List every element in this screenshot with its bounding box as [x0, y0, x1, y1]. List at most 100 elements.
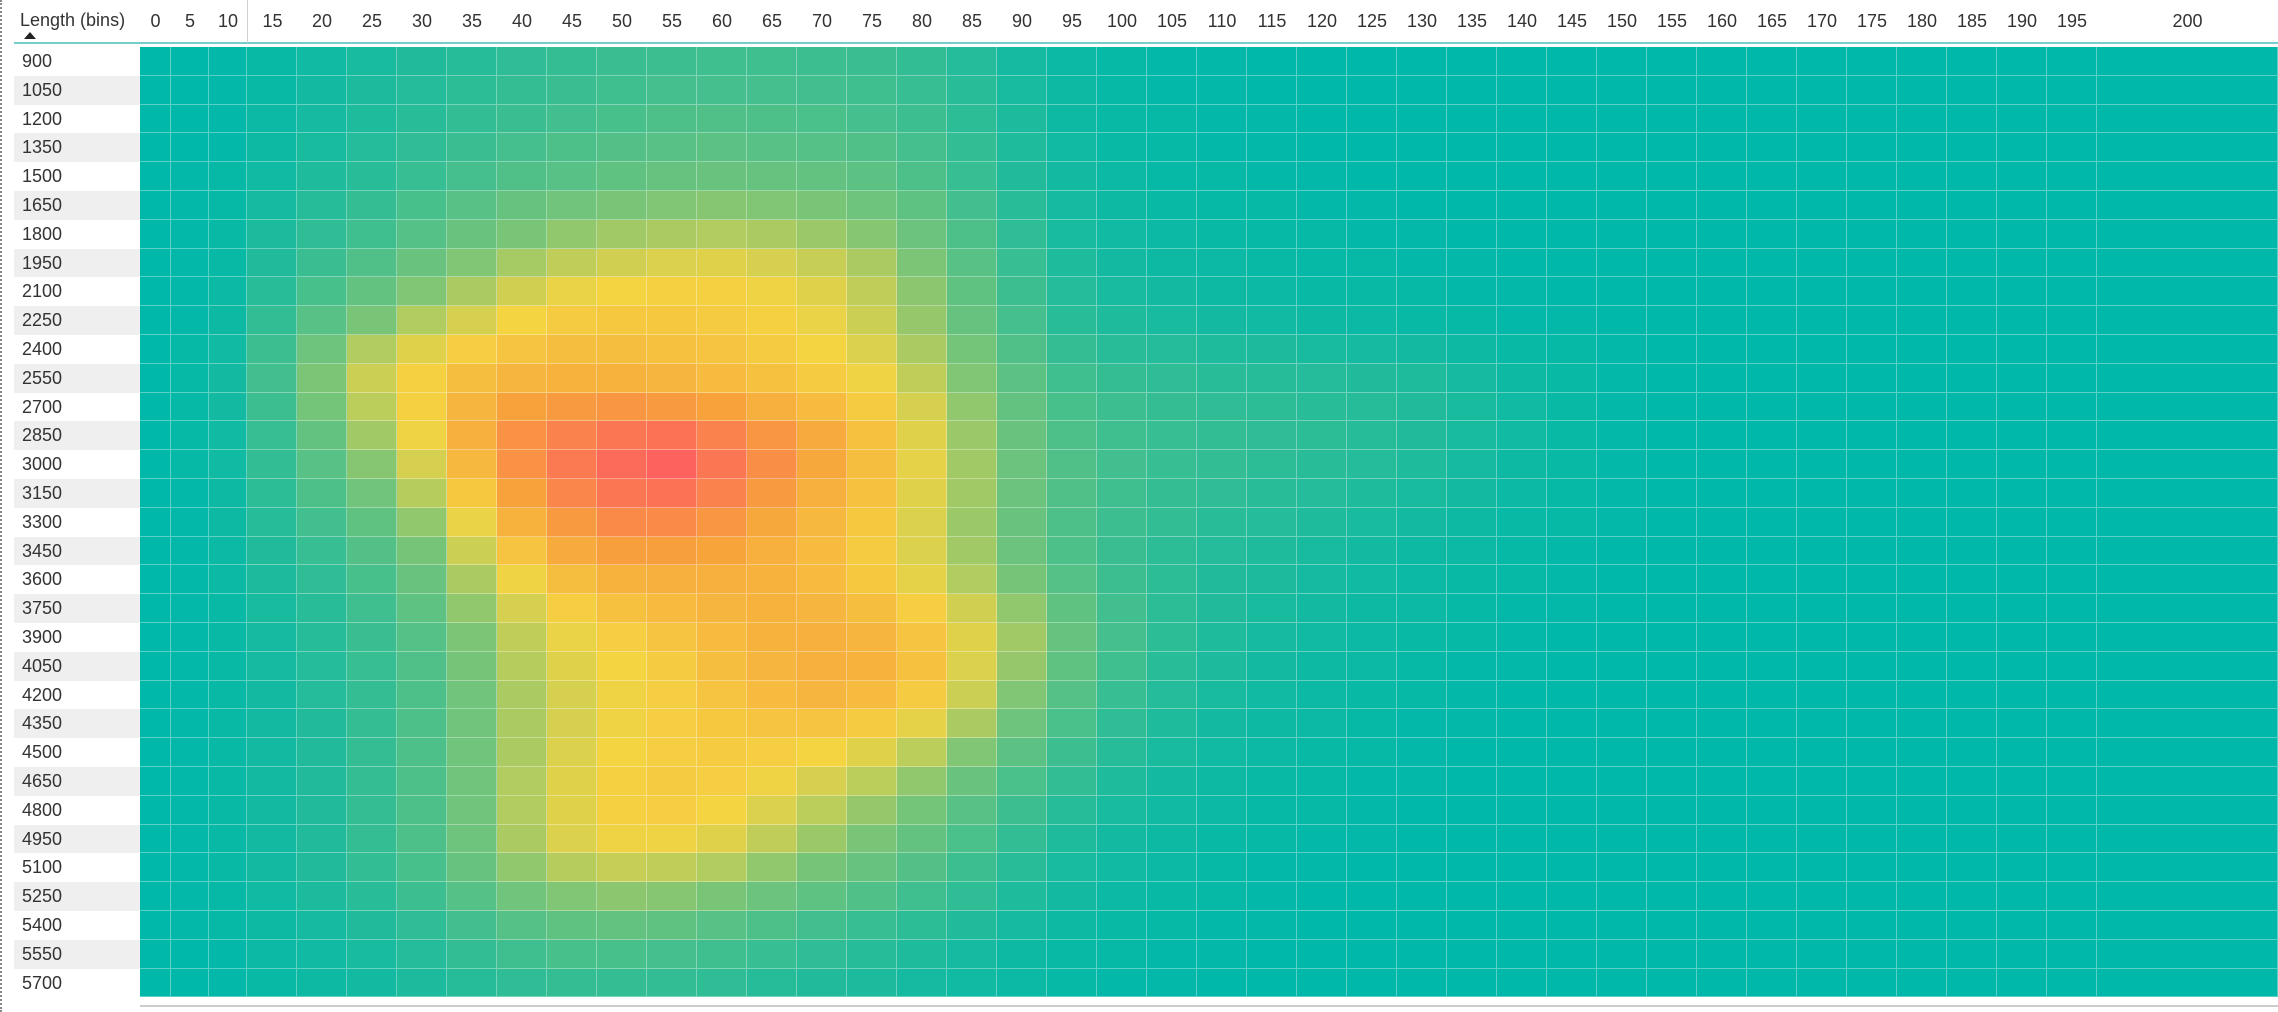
heatmap-cell[interactable] — [997, 277, 1047, 307]
heatmap-cell[interactable] — [1947, 277, 1997, 307]
heatmap-cell[interactable] — [2097, 939, 2278, 969]
heatmap-cell[interactable] — [697, 882, 747, 911]
heatmap-cell[interactable] — [1747, 939, 1797, 969]
heatmap-cell[interactable] — [1247, 363, 1297, 393]
heatmap-cell[interactable] — [1447, 421, 1497, 451]
heatmap-cell[interactable] — [1597, 507, 1647, 537]
heatmap-cell[interactable] — [1947, 335, 1997, 364]
heatmap-cell[interactable] — [847, 709, 897, 739]
heatmap-cell[interactable] — [297, 623, 347, 652]
heatmap-cell[interactable] — [1897, 162, 1947, 191]
column-header[interactable]: 90 — [997, 0, 1047, 44]
heatmap-cell[interactable] — [897, 651, 947, 681]
heatmap-cell[interactable] — [247, 767, 297, 796]
heatmap-cell[interactable] — [209, 392, 247, 422]
heatmap-cell[interactable] — [497, 47, 547, 76]
heatmap-cell[interactable] — [1047, 335, 1097, 364]
row-header[interactable]: 3000 — [14, 450, 140, 479]
heatmap-cell[interactable] — [997, 479, 1047, 508]
heatmap-cell[interactable] — [1747, 450, 1797, 479]
heatmap-cell[interactable] — [1997, 162, 2047, 191]
heatmap-cell[interactable] — [1697, 939, 1747, 969]
heatmap-cell[interactable] — [1947, 565, 1997, 595]
heatmap-cell[interactable] — [447, 363, 497, 393]
heatmap-cell[interactable] — [1797, 795, 1847, 825]
heatmap-cell[interactable] — [1897, 248, 1947, 278]
heatmap-cell[interactable] — [1247, 680, 1297, 710]
heatmap-cell[interactable] — [597, 363, 647, 393]
heatmap-cell[interactable] — [140, 47, 171, 76]
column-header[interactable]: 185 — [1947, 0, 1997, 44]
heatmap-cell[interactable] — [797, 219, 847, 249]
heatmap-cell[interactable] — [947, 680, 997, 710]
heatmap-cell[interactable] — [1847, 191, 1897, 220]
heatmap-cell[interactable] — [1147, 767, 1197, 796]
heatmap-cell[interactable] — [140, 623, 171, 652]
heatmap-cell[interactable] — [1847, 882, 1897, 911]
heatmap-cell[interactable] — [1697, 767, 1747, 796]
heatmap-cell[interactable] — [1997, 507, 2047, 537]
heatmap-cell[interactable] — [1997, 709, 2047, 739]
heatmap-cell[interactable] — [747, 162, 797, 191]
column-header[interactable]: 75 — [847, 0, 897, 44]
heatmap-cell[interactable] — [447, 738, 497, 767]
heatmap-cell[interactable] — [947, 191, 997, 220]
heatmap-cell[interactable] — [2047, 219, 2097, 249]
heatmap-cell[interactable] — [1147, 795, 1197, 825]
heatmap-cell[interactable] — [1347, 219, 1397, 249]
heatmap-cell[interactable] — [1597, 911, 1647, 940]
heatmap-cell[interactable] — [1897, 507, 1947, 537]
heatmap-cell[interactable] — [1947, 162, 1997, 191]
heatmap-cell[interactable] — [1147, 968, 1197, 998]
heatmap-cell[interactable] — [897, 853, 947, 883]
heatmap-cell[interactable] — [1597, 939, 1647, 969]
heatmap-cell[interactable] — [1197, 363, 1247, 393]
heatmap-cell[interactable] — [347, 191, 397, 220]
heatmap-cell[interactable] — [997, 680, 1047, 710]
heatmap-cell[interactable] — [1247, 738, 1297, 767]
heatmap-cell[interactable] — [697, 853, 747, 883]
heatmap-cell[interactable] — [547, 680, 597, 710]
heatmap-cell[interactable] — [1847, 536, 1897, 566]
heatmap-cell[interactable] — [1897, 104, 1947, 134]
heatmap-cell[interactable] — [209, 795, 247, 825]
row-header[interactable]: 2250 — [14, 306, 140, 335]
heatmap-cell[interactable] — [1897, 939, 1947, 969]
heatmap-cell[interactable] — [1697, 680, 1747, 710]
heatmap-cell[interactable] — [1397, 651, 1447, 681]
heatmap-cell[interactable] — [1597, 335, 1647, 364]
heatmap-cell[interactable] — [1447, 104, 1497, 134]
heatmap-cell[interactable] — [947, 565, 997, 595]
heatmap-cell[interactable] — [1297, 824, 1347, 854]
heatmap-cell[interactable] — [1097, 565, 1147, 595]
heatmap-cell[interactable] — [947, 738, 997, 767]
heatmap-cell[interactable] — [1747, 306, 1797, 335]
heatmap-cell[interactable] — [1797, 738, 1847, 767]
heatmap-cell[interactable] — [171, 824, 209, 854]
heatmap-cell[interactable] — [497, 767, 547, 796]
heatmap-cell[interactable] — [397, 795, 447, 825]
heatmap-cell[interactable] — [1847, 219, 1897, 249]
heatmap-cell[interactable] — [997, 104, 1047, 134]
heatmap-cell[interactable] — [497, 623, 547, 652]
heatmap-cell[interactable] — [1547, 507, 1597, 537]
heatmap-cell[interactable] — [247, 795, 297, 825]
row-header[interactable]: 2700 — [14, 393, 140, 422]
heatmap-cell[interactable] — [1747, 104, 1797, 134]
heatmap-cell[interactable] — [997, 133, 1047, 163]
heatmap-cell[interactable] — [1997, 248, 2047, 278]
column-header[interactable]: 105 — [1147, 0, 1197, 44]
heatmap-cell[interactable] — [1047, 968, 1097, 998]
heatmap-cell[interactable] — [1547, 939, 1597, 969]
heatmap-cell[interactable] — [1647, 75, 1697, 105]
heatmap-cell[interactable] — [1697, 824, 1747, 854]
heatmap-cell[interactable] — [597, 738, 647, 767]
heatmap-cell[interactable] — [2097, 133, 2278, 163]
heatmap-cell[interactable] — [1597, 767, 1647, 796]
heatmap-cell[interactable] — [2047, 421, 2097, 451]
heatmap-cell[interactable] — [1097, 450, 1147, 479]
heatmap-cell[interactable] — [1297, 450, 1347, 479]
heatmap-cell[interactable] — [897, 911, 947, 940]
heatmap-cell[interactable] — [1397, 824, 1447, 854]
heatmap-cell[interactable] — [947, 594, 997, 623]
